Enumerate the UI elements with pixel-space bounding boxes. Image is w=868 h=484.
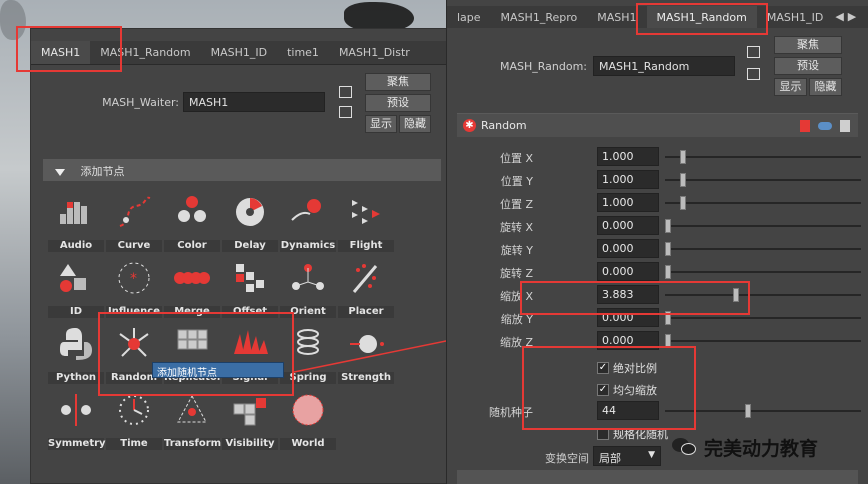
red-cube-icon[interactable] (800, 120, 810, 132)
attribute-value-field[interactable]: 1.000 (597, 170, 659, 189)
seed-slider-thumb[interactable] (745, 404, 751, 418)
attribute-slider[interactable] (665, 219, 861, 233)
attribute-row: 位置 Y 1.000 (447, 170, 868, 190)
attribute-slider[interactable] (665, 265, 861, 279)
attribute-row: 旋转 Y 0.000 (447, 239, 868, 259)
attribute-slider[interactable] (665, 150, 861, 164)
attribute-row: 旋转 Z 0.000 (447, 262, 868, 282)
random-node-icon: ✱ (463, 119, 476, 132)
attribute-slider-thumb[interactable] (680, 196, 686, 210)
attribute-value-field[interactable]: 0.000 (597, 216, 659, 235)
attribute-slider[interactable] (665, 334, 861, 348)
attribute-value-field[interactable]: 0.000 (597, 239, 659, 258)
watermark-text: 完美动力教育 (704, 437, 819, 460)
highlight-scale-x (520, 281, 750, 315)
section-title: Random (481, 119, 527, 132)
transform-space-label: 变换空间 (545, 452, 589, 465)
watermark: 完美动力教育 (672, 432, 818, 462)
wechat-logo-icon (672, 436, 698, 458)
random-node-name-field[interactable]: MASH1_Random (593, 56, 735, 76)
highlight-seed-options (522, 346, 696, 430)
attribute-slider[interactable] (665, 196, 861, 210)
transform-space-dropdown[interactable]: 局部 ▼ (593, 446, 661, 466)
attribute-label: 位置 Z (499, 198, 533, 211)
panel-footer-bar (457, 470, 858, 484)
attribute-label: 旋转 Z (499, 267, 533, 280)
hide-button[interactable]: 隐藏 (809, 78, 842, 96)
attribute-slider-thumb[interactable] (665, 265, 671, 279)
tab-lape[interactable]: lape (447, 6, 491, 28)
tab-mash1-id[interactable]: MASH1_ID (757, 6, 833, 28)
attribute-row: 位置 Z 1.000 (447, 193, 868, 213)
attribute-slider-thumb[interactable] (680, 173, 686, 187)
tab-scroll-left-icon[interactable]: ◀ (833, 6, 845, 28)
attribute-slider-thumb[interactable] (680, 150, 686, 164)
attribute-slider[interactable] (665, 242, 861, 256)
attribute-slider-thumb[interactable] (665, 242, 671, 256)
attribute-label: 旋转 X (499, 221, 533, 234)
focus-button[interactable]: 聚焦 (774, 36, 842, 54)
random-section-header[interactable]: ✱ Random (457, 113, 858, 137)
attribute-slider[interactable] (665, 311, 861, 325)
attribute-slider-thumb[interactable] (665, 219, 671, 233)
output-connection-icon[interactable] (747, 68, 760, 80)
random-node-label: MASH_Random: (499, 60, 587, 73)
attribute-row: 位置 X 1.000 (447, 147, 868, 167)
highlight-mash1-random-tab (636, 3, 768, 35)
attribute-slider[interactable] (665, 173, 861, 187)
show-button[interactable]: 显示 (774, 78, 807, 96)
input-connection-icon[interactable] (747, 46, 760, 58)
attribute-value-field[interactable]: 1.000 (597, 193, 659, 212)
attribute-label: 位置 Y (500, 175, 533, 188)
tab-mash1-repro[interactable]: MASH1_Repro (491, 6, 588, 28)
attribute-label: 位置 X (499, 152, 533, 165)
trash-icon[interactable] (840, 120, 850, 132)
toggle-icon[interactable] (818, 122, 832, 130)
attribute-value-field[interactable]: 0.000 (597, 262, 659, 281)
chevron-down-icon: ▼ (648, 450, 655, 460)
attribute-row: 旋转 X 0.000 (447, 216, 868, 236)
preset-button[interactable]: 预设 (774, 57, 842, 75)
attribute-value-field[interactable]: 1.000 (597, 147, 659, 166)
transform-space-value: 局部 (599, 452, 621, 465)
attribute-label: 旋转 Y (500, 244, 533, 257)
tab-scroll-right-icon[interactable]: ▶ (846, 6, 858, 28)
